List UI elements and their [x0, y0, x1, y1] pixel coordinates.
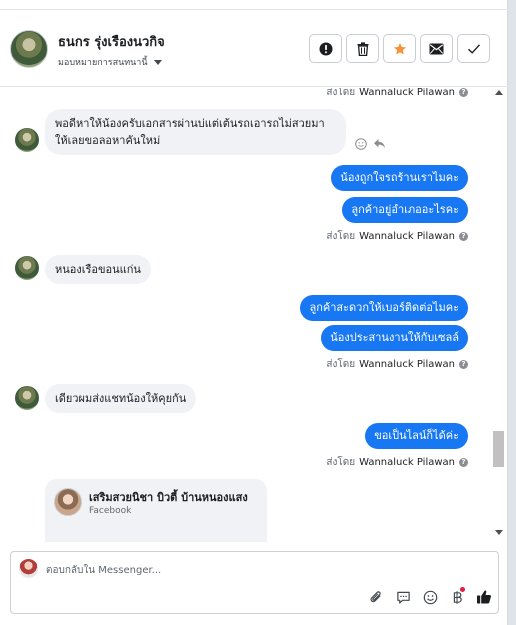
- emoji-button[interactable]: [421, 588, 439, 606]
- message-actions: [355, 138, 386, 150]
- sent-by-label: ส่งโดย: [326, 359, 356, 370]
- sender-name[interactable]: Wannaluck Pilawan: [359, 231, 455, 242]
- incoming-message[interactable]: หนองเรือขอนแก่น: [45, 255, 151, 284]
- sent-by-label: ส่งโดย: [326, 231, 356, 242]
- chevron-down-icon: [153, 59, 162, 65]
- sent-by-label: ส่งโดย: [326, 88, 356, 98]
- help-icon[interactable]: ?: [459, 360, 468, 369]
- help-icon[interactable]: ?: [459, 458, 468, 467]
- sent-by-label: ส่งโดย: [326, 457, 356, 468]
- conversation-header: ธนกร รุ่งเรืองนวกิจ มอบหมายการสนทนานี้: [0, 11, 508, 87]
- contact-name[interactable]: ธนกร รุ่งเรืองนวกิจ: [58, 31, 165, 52]
- page-avatar: [19, 559, 38, 578]
- outgoing-message[interactable]: ลูกค้าอยู่อำเภออะไรคะ: [342, 197, 468, 223]
- sender-name[interactable]: Wannaluck Pilawan: [359, 359, 455, 370]
- mail-icon: [429, 43, 444, 54]
- header-actions: [309, 34, 490, 63]
- message-list[interactable]: ส่งโดย Wannaluck Pilawan ? พอดีหาให้น้อง…: [0, 88, 508, 542]
- like-button[interactable]: [475, 588, 493, 606]
- profile-card[interactable]: เสริมสวยนิชา บิวตี้ บ้านหนองแสง Facebook: [45, 479, 267, 542]
- attach-button[interactable]: [367, 588, 385, 606]
- sent-by-row: ส่งโดย Wannaluck Pilawan ?: [326, 455, 468, 470]
- contact-avatar[interactable]: [10, 30, 48, 68]
- trash-icon: [357, 41, 368, 56]
- card-subtitle: Facebook: [89, 506, 132, 516]
- outgoing-message[interactable]: น้องถูกใจรถร้านเราไมคะ: [331, 165, 468, 191]
- saved-replies-button[interactable]: [394, 588, 412, 606]
- mail-button[interactable]: [420, 34, 453, 63]
- smile-icon: [423, 590, 437, 604]
- reply-composer: [10, 551, 499, 614]
- reply-icon[interactable]: [373, 138, 386, 150]
- check-icon: [467, 43, 480, 54]
- sent-by-row: ส่งโดย Wannaluck Pilawan ?: [326, 357, 468, 372]
- sender-name[interactable]: Wannaluck Pilawan: [359, 88, 455, 98]
- contact-avatar-small: [15, 128, 39, 152]
- help-icon[interactable]: ?: [459, 232, 468, 241]
- scroll-up-arrow[interactable]: [495, 90, 503, 95]
- outgoing-message[interactable]: ลูกค้าสะดวกให้เบอร์ติดต่อไมคะ: [300, 295, 468, 321]
- thumbs-up-icon: [477, 590, 491, 604]
- composer-tools: [367, 587, 493, 606]
- help-icon[interactable]: ?: [459, 88, 468, 97]
- delete-button[interactable]: [346, 34, 379, 63]
- top-divider: [0, 0, 508, 10]
- sender-name[interactable]: Wannaluck Pilawan: [359, 457, 455, 468]
- conversation-panel: ธนกร รุ่งเรืองนวกิจ มอบหมายการสนทนานี้ ส…: [0, 0, 508, 625]
- reply-input[interactable]: [46, 561, 446, 579]
- report-button[interactable]: [309, 34, 342, 63]
- assign-label: มอบหมายการสนทนานี้: [58, 58, 148, 68]
- star-button[interactable]: [383, 34, 416, 63]
- notification-dot: [460, 587, 465, 592]
- done-button[interactable]: [457, 34, 490, 63]
- star-icon: [393, 42, 406, 55]
- chat-bubble-icon: [396, 591, 410, 604]
- scroll-down-arrow[interactable]: [495, 530, 503, 535]
- payment-button[interactable]: [448, 587, 466, 606]
- sent-by-row: ส่งโดย Wannaluck Pilawan ?: [326, 229, 468, 244]
- scrollbar-thumb[interactable]: [493, 431, 504, 467]
- card-avatar: [54, 488, 82, 516]
- alert-icon: [319, 42, 332, 55]
- contact-avatar-small: [15, 256, 39, 280]
- card-title[interactable]: เสริมสวยนิชา บิวตี้ บ้านหนองแสง: [89, 488, 248, 506]
- outgoing-message[interactable]: ขอเป็นไลน์ก็ได้ค่ะ: [365, 423, 468, 449]
- incoming-message[interactable]: เดียวผมส่งแชทน้องให้คุยกัน: [45, 384, 197, 413]
- smile-icon[interactable]: [355, 138, 367, 150]
- outgoing-message[interactable]: น้องประสานงานให้กับเซลล์: [321, 325, 468, 351]
- sent-by-row: ส่งโดย Wannaluck Pilawan ?: [326, 88, 468, 100]
- paperclip-icon: [369, 590, 381, 602]
- contact-avatar-small: [15, 386, 39, 410]
- incoming-message[interactable]: พอดีหาให้น้องครับเอกสารผ่านบ่แต่เต้นรถเอ…: [45, 109, 346, 155]
- assign-conversation-dropdown[interactable]: มอบหมายการสนทนานี้: [58, 55, 162, 69]
- scrollbar[interactable]: [492, 88, 505, 540]
